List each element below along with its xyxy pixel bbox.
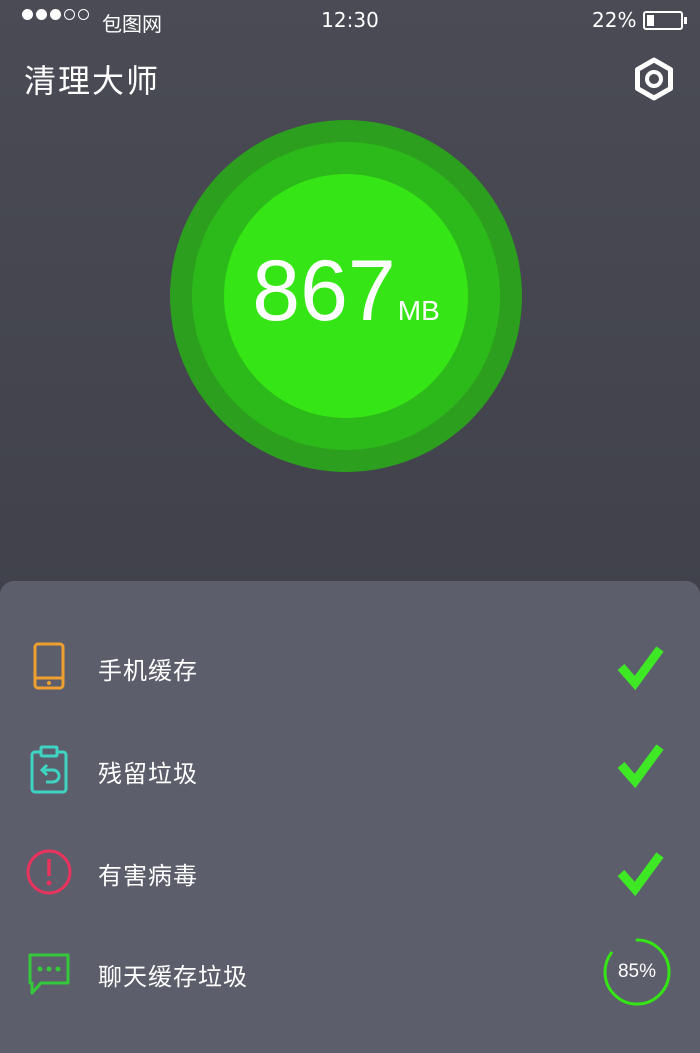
battery-icon [643,11,683,30]
gauge-number: 867 [252,243,396,339]
warning-icon [26,849,72,895]
list-item-harmful-virus[interactable]: 有害病毒 [0,821,700,921]
gauge-unit: MB [397,295,440,326]
scan-panel: 手机缓存 残留垃圾 有害病毒 聊天缓存垃圾 85% [0,581,700,1053]
settings-button[interactable] [632,57,676,101]
clipboard-icon [30,745,68,794]
list-item-label: 手机缓存 [98,657,198,685]
gauge-value: 867MB [170,248,522,334]
memory-gauge[interactable]: 867MB [170,120,522,472]
checkmark-icon [617,744,664,789]
settings-hexagon-icon [635,57,673,101]
chat-icon [28,953,70,995]
list-item-label: 有害病毒 [98,862,198,890]
phone-icon [33,642,65,690]
checkmark-icon [617,646,664,691]
list-item-chat-cache[interactable]: 聊天缓存垃圾 85% [0,923,700,1023]
list-item-label: 聊天缓存垃圾 [98,963,248,991]
list-item-residual-junk[interactable]: 残留垃圾 [0,719,700,819]
list-item-label: 残留垃圾 [98,760,198,788]
status-bar: 包图网 12:30 22% [0,0,700,44]
list-item-phone-cache[interactable]: 手机缓存 [0,617,700,717]
checkmark-icon [617,852,664,897]
progress-ring: 85% [602,937,672,1007]
battery-cap [684,17,687,24]
progress-label: 85% [617,961,657,982]
battery-percent: 22% [592,8,637,32]
page-title: 清理大师 [24,62,161,100]
